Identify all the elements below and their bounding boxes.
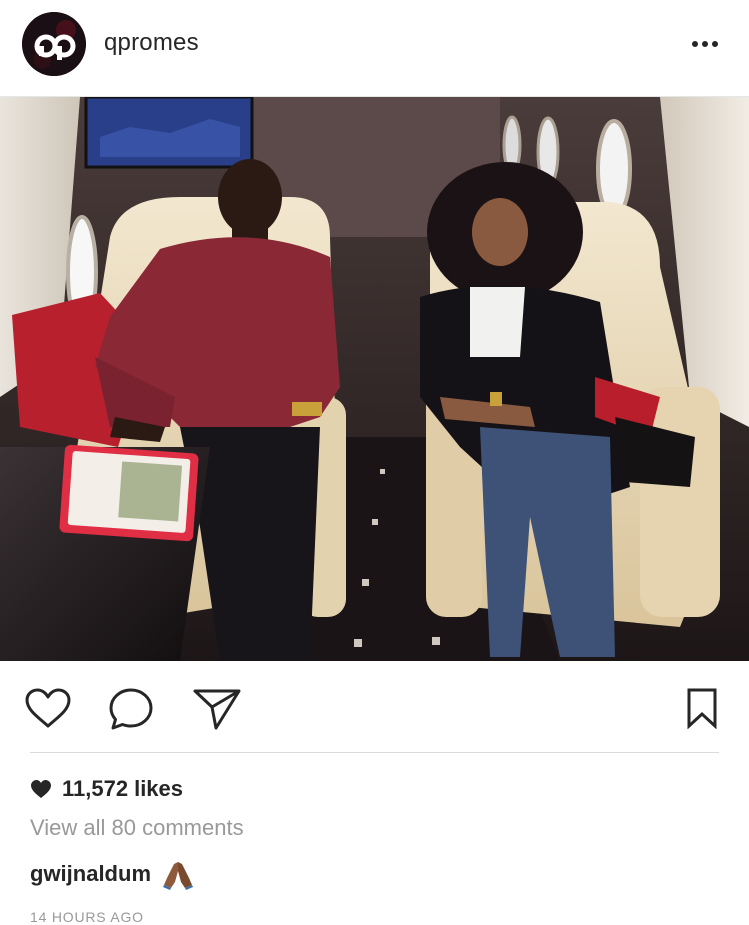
post-author-username[interactable]: qpromes — [104, 29, 199, 57]
post-actions-bar — [0, 661, 749, 753]
comment-author[interactable]: gwijnaldum — [30, 861, 151, 887]
likes-row[interactable]: 11,572 likes — [30, 775, 183, 803]
qp-logo-avatar — [22, 12, 86, 76]
post-timestamp: 14 HOURS AGO — [30, 909, 144, 925]
divider — [30, 752, 719, 753]
post-photo-illustration — [0, 97, 749, 661]
post-photo[interactable] — [0, 97, 749, 661]
bookmark-icon[interactable] — [686, 687, 718, 729]
heart-filled-icon — [31, 780, 51, 798]
more-options-icon[interactable] — [689, 30, 721, 58]
comment-item: gwijnaldum — [30, 858, 195, 890]
paper-plane-icon[interactable] — [192, 687, 242, 731]
likes-count: 11,572 — [62, 776, 129, 801]
folded-hands-emoji — [163, 862, 193, 890]
view-all-comments-link[interactable]: View all 80 comments — [30, 815, 244, 841]
comment-bubble-icon[interactable] — [108, 687, 154, 731]
heart-outline-icon[interactable] — [24, 687, 72, 729]
likes-label: likes — [134, 776, 184, 801]
post-header: qpromes — [0, 0, 749, 97]
avatar[interactable] — [22, 12, 86, 76]
